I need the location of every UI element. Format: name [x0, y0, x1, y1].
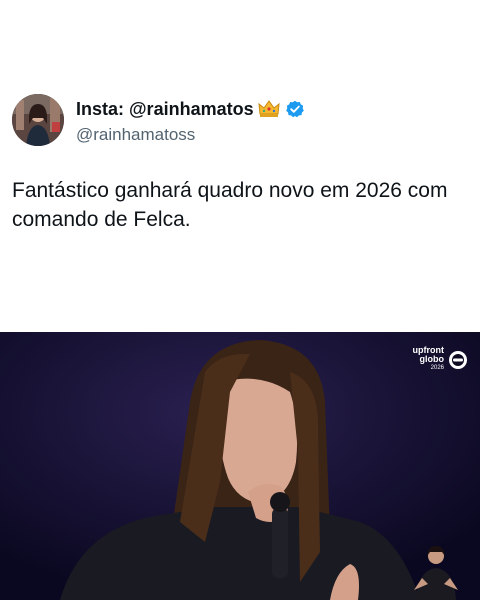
sign-language-interpreter: [408, 540, 464, 600]
embedded-video[interactable]: upfront globo 2026: [0, 332, 480, 600]
crown-icon: [257, 100, 280, 118]
watermark-line-2: globo: [419, 354, 445, 364]
globo-logo-icon: [448, 350, 468, 370]
verified-badge-icon: [285, 100, 304, 118]
upfront-globo-watermark: upfront globo 2026: [413, 346, 469, 373]
post-text: Fantástico ganhará quadro novo em 2026 c…: [12, 179, 448, 231]
post-header: Insta: @rainhamatos @rainhamatoss: [12, 94, 304, 146]
display-name[interactable]: Insta: @rainhamatos: [76, 98, 254, 120]
watermark-year: 2026: [430, 365, 444, 371]
display-name-row: Insta: @rainhamatos: [76, 98, 304, 120]
user-handle[interactable]: @rainhamatoss: [76, 124, 304, 146]
avatar[interactable]: [12, 94, 64, 146]
avatar-photo-icon: [12, 94, 64, 146]
watermark-text: upfront globo 2026: [413, 346, 445, 373]
user-names: Insta: @rainhamatos @rainhamatoss: [76, 94, 304, 146]
